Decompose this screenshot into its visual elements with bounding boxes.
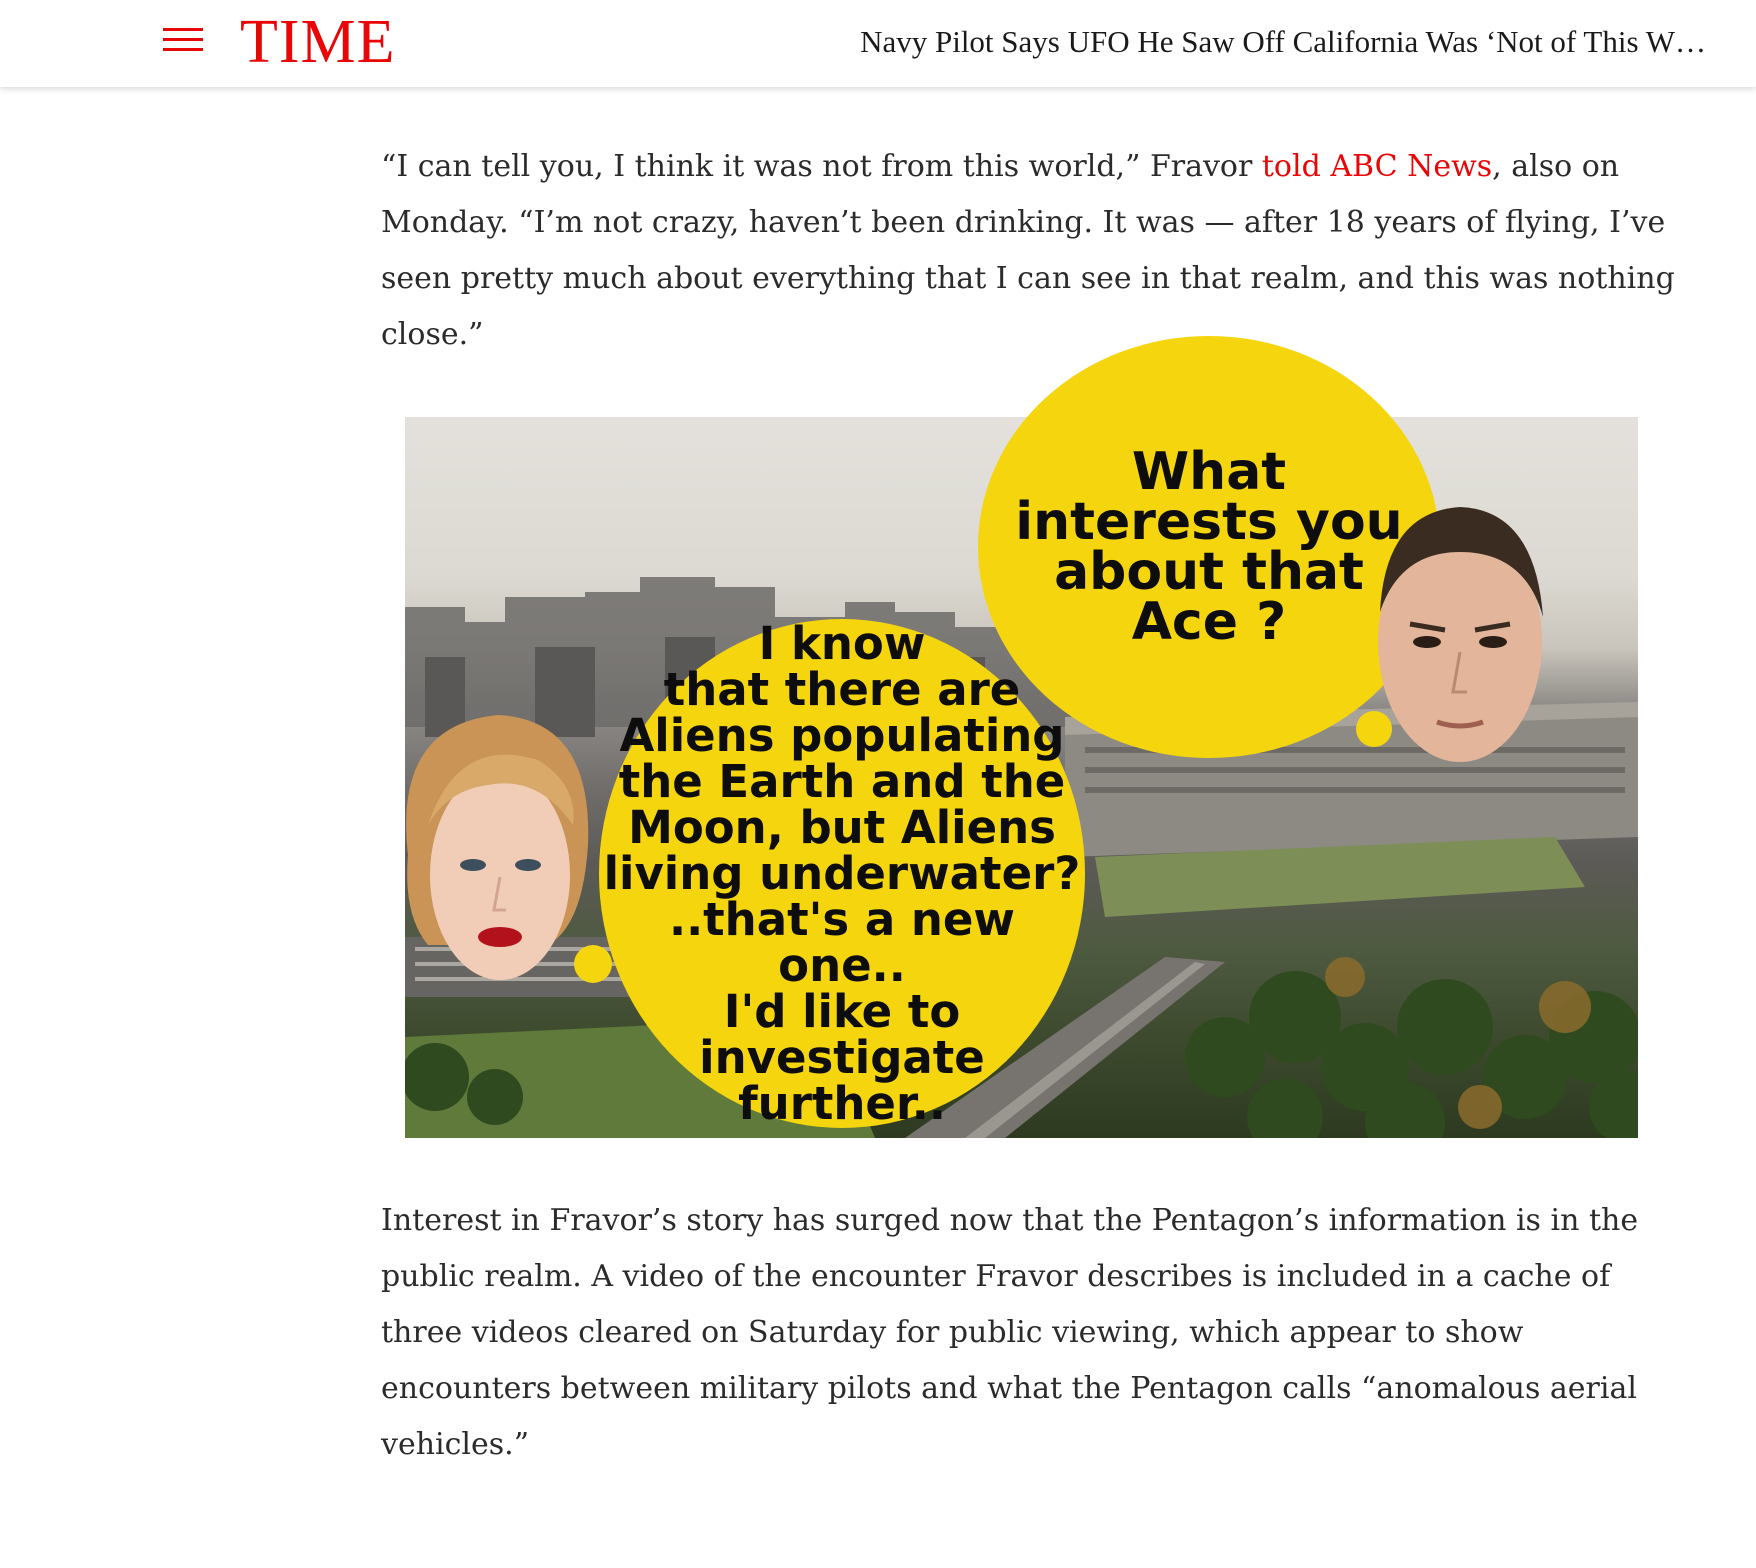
menu-line	[163, 28, 203, 31]
bubble-question-text: What interests you about that Ace ?	[1015, 442, 1403, 652]
bubble-answer-text: I know that there are Aliens populating …	[603, 616, 1081, 1130]
menu-line	[163, 38, 203, 41]
article-paragraph: Interest in Fravor’s story has surged no…	[381, 1203, 1639, 1462]
article-headline: Navy Pilot Says UFO He Saw Off Californi…	[860, 24, 1706, 59]
top-navigation-bar: TIME Navy Pilot Says UFO He Saw Off Cali…	[0, 0, 1756, 87]
menu-line	[163, 48, 203, 51]
hamburger-menu-icon[interactable]	[163, 28, 203, 52]
man-face-image	[1378, 507, 1543, 762]
time-logo[interactable]: TIME	[240, 4, 396, 80]
paragraph-text: “I can tell you, I think it was not from…	[381, 149, 1262, 184]
article-paragraph: “I can tell you, I think it was not from…	[381, 139, 1681, 363]
abc-news-link[interactable]: told ABC News	[1262, 149, 1492, 184]
speech-bubble-answer: I know that there are Aliens populating …	[599, 619, 1085, 1128]
woman-face-image	[406, 715, 589, 980]
